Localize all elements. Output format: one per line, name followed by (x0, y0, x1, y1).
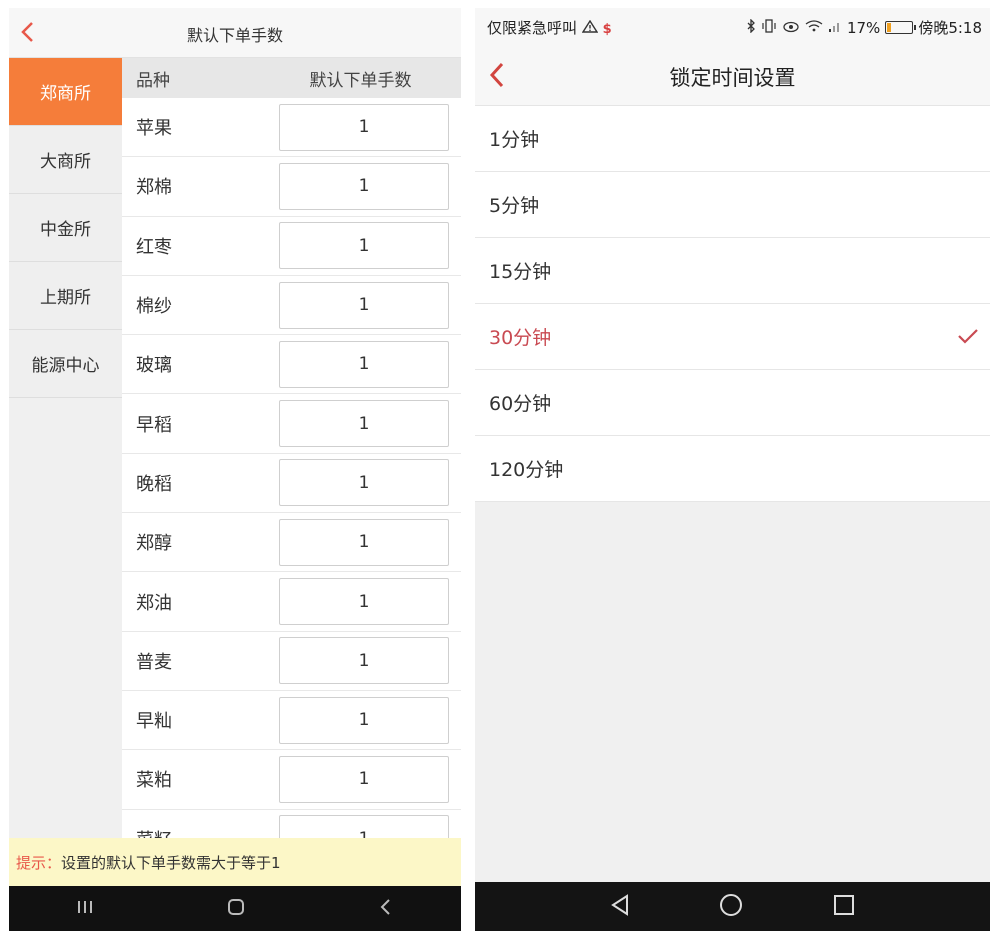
variety-table: 品种 默认下单手数 苹果 1 郑棉 1 红枣 1 棉纱 1 玻璃 1 早稻 1 晚稻 1 郑醇 1 郑油 1 普麦 1… (122, 58, 461, 838)
tip-text: 设置的默认下单手数需大于等于1 (61, 853, 281, 872)
lock-time-option[interactable]: 1分钟 (475, 106, 990, 172)
page-title: 默认下单手数 (186, 26, 283, 45)
table-row: 早籼 1 (122, 690, 461, 751)
variety-name: 菜粕 (136, 770, 172, 792)
table-row: 郑油 1 (122, 572, 461, 632)
table-row: 菜粕 1 (122, 750, 461, 810)
default-lots-input[interactable]: 1 (279, 696, 449, 744)
lock-time-option[interactable]: 30分钟 (475, 304, 990, 370)
option-label: 15分钟 (489, 261, 552, 283)
variety-name: 早稻 (136, 414, 172, 436)
page-title: 锁定时间设置 (669, 66, 796, 90)
column-header-variety: 品种 (136, 70, 170, 91)
sidebar-item-dce[interactable]: 大商所 (9, 126, 122, 194)
table-row: 玻璃 1 (122, 335, 461, 395)
default-lots-input[interactable]: 1 (279, 222, 449, 270)
variety-name: 普麦 (136, 651, 172, 673)
variety-name: 郑油 (136, 592, 172, 614)
clock-time: 傍晚5:18 (918, 19, 982, 37)
variety-name: 晚稻 (136, 473, 172, 495)
exchange-sidebar: 郑商所 大商所 中金所 上期所 能源中心 (9, 58, 122, 838)
default-lots-input[interactable]: 1 (279, 815, 449, 838)
table-row: 棉纱 1 (122, 275, 461, 336)
variety-name: 菜籽 (122, 826, 279, 838)
variety-name: 红枣 (136, 236, 172, 258)
warning-icon (581, 19, 603, 37)
eye-icon (782, 19, 800, 37)
checkmark-icon (956, 324, 980, 348)
default-lots-input[interactable]: 1 (279, 755, 449, 803)
vibrate-icon (761, 18, 777, 37)
lock-time-option[interactable]: 120分钟 (475, 436, 990, 502)
battery-percent: 17% (846, 18, 881, 37)
default-lots-input[interactable]: 1 (279, 637, 449, 685)
left-screen: 默认下单手数 郑商所 大商所 中金所 上期所 能源中心 品种 默认下单手数 苹果… (9, 8, 461, 931)
battery-icon (885, 21, 917, 34)
app-notification-icon: $ (602, 22, 612, 37)
table-row: 早稻 1 (122, 394, 461, 454)
signal-icon (828, 19, 842, 37)
home-circle-icon[interactable] (718, 892, 744, 922)
sidebar-item-shfe[interactable]: 上期所 (9, 262, 122, 330)
wifi-icon (805, 19, 823, 37)
default-lots-input[interactable]: 1 (279, 340, 449, 388)
option-label: 1分钟 (489, 129, 540, 151)
lock-time-options: 1分钟 5分钟 15分钟 30分钟 60分钟 120分钟 (475, 106, 990, 502)
recent-apps-icon[interactable] (74, 898, 96, 920)
bluetooth-icon (746, 17, 756, 37)
default-lots-input[interactable]: 1 (279, 400, 449, 448)
lock-time-option[interactable]: 5分钟 (475, 172, 990, 238)
variety-name: 郑醇 (136, 533, 172, 555)
back-nav-icon[interactable] (376, 897, 396, 921)
table-body: 苹果1郑棉1红枣1棉纱1玻璃1早稻1晚稻1郑醇1郑油1普麦1早籼1菜粕1菜籽1 (122, 98, 461, 838)
default-lots-input[interactable]: 1 (279, 162, 449, 210)
emergency-call-text: 仅限紧急呼叫 (487, 19, 578, 37)
lock-time-option[interactable]: 15分钟 (475, 238, 990, 304)
status-bar: 仅限紧急呼叫 $ 17% 傍晚5:18 (475, 8, 990, 44)
default-lots-input[interactable]: 1 (279, 518, 449, 566)
table-header: 品种 默认下单手数 (122, 58, 461, 98)
tip-label: 提示： (16, 853, 62, 872)
default-lots-input[interactable]: 1 (279, 459, 449, 507)
option-label: 5分钟 (489, 195, 540, 217)
recents-square-icon[interactable] (832, 893, 856, 921)
variety-name: 早籼 (136, 711, 172, 733)
table-row: 普麦 1 (122, 631, 461, 691)
lock-time-option[interactable]: 60分钟 (475, 370, 990, 436)
table-row: 郑醇 1 (122, 513, 461, 573)
status-right: 17% 傍晚5:18 (746, 17, 982, 38)
variety-name: 玻璃 (136, 355, 172, 377)
variety-name: 郑棉 (136, 177, 172, 199)
back-triangle-icon[interactable] (609, 893, 631, 921)
table-row: 红枣 1 (122, 216, 461, 276)
option-label: 120分钟 (489, 459, 564, 481)
table-row: 苹果 1 (122, 98, 461, 158)
left-title-bar: 默认下单手数 (9, 8, 461, 58)
android-nav-bar (9, 886, 461, 931)
default-lots-input[interactable]: 1 (279, 578, 449, 626)
option-label: 60分钟 (489, 393, 552, 415)
sidebar-item-zce[interactable]: 郑商所 (9, 58, 122, 126)
android-nav-bar (475, 882, 990, 931)
table-row: 郑棉 1 (122, 157, 461, 217)
column-header-default-lots: 默认下单手数 (309, 70, 412, 91)
variety-name: 苹果 (136, 118, 172, 140)
default-lots-input[interactable]: 1 (279, 103, 449, 151)
status-left: 仅限紧急呼叫 $ (487, 17, 612, 38)
option-label: 30分钟 (489, 327, 552, 349)
variety-name: 棉纱 (136, 296, 172, 318)
tip-bar: 提示： 设置的默认下单手数需大于等于1 (9, 838, 461, 886)
sidebar-item-ine[interactable]: 能源中心 (9, 330, 122, 398)
default-lots-input[interactable]: 1 (279, 281, 449, 329)
home-icon[interactable] (225, 897, 247, 921)
table-row: 晚稻 1 (122, 453, 461, 514)
right-title-bar: 锁定时间设置 (475, 44, 990, 106)
table-row: 菜籽1 (122, 809, 461, 838)
sidebar-item-cffex[interactable]: 中金所 (9, 194, 122, 262)
right-screen: 仅限紧急呼叫 $ 17% 傍晚5:18 锁定时间设置 1分钟 5分钟 15分钟 … (475, 8, 990, 931)
